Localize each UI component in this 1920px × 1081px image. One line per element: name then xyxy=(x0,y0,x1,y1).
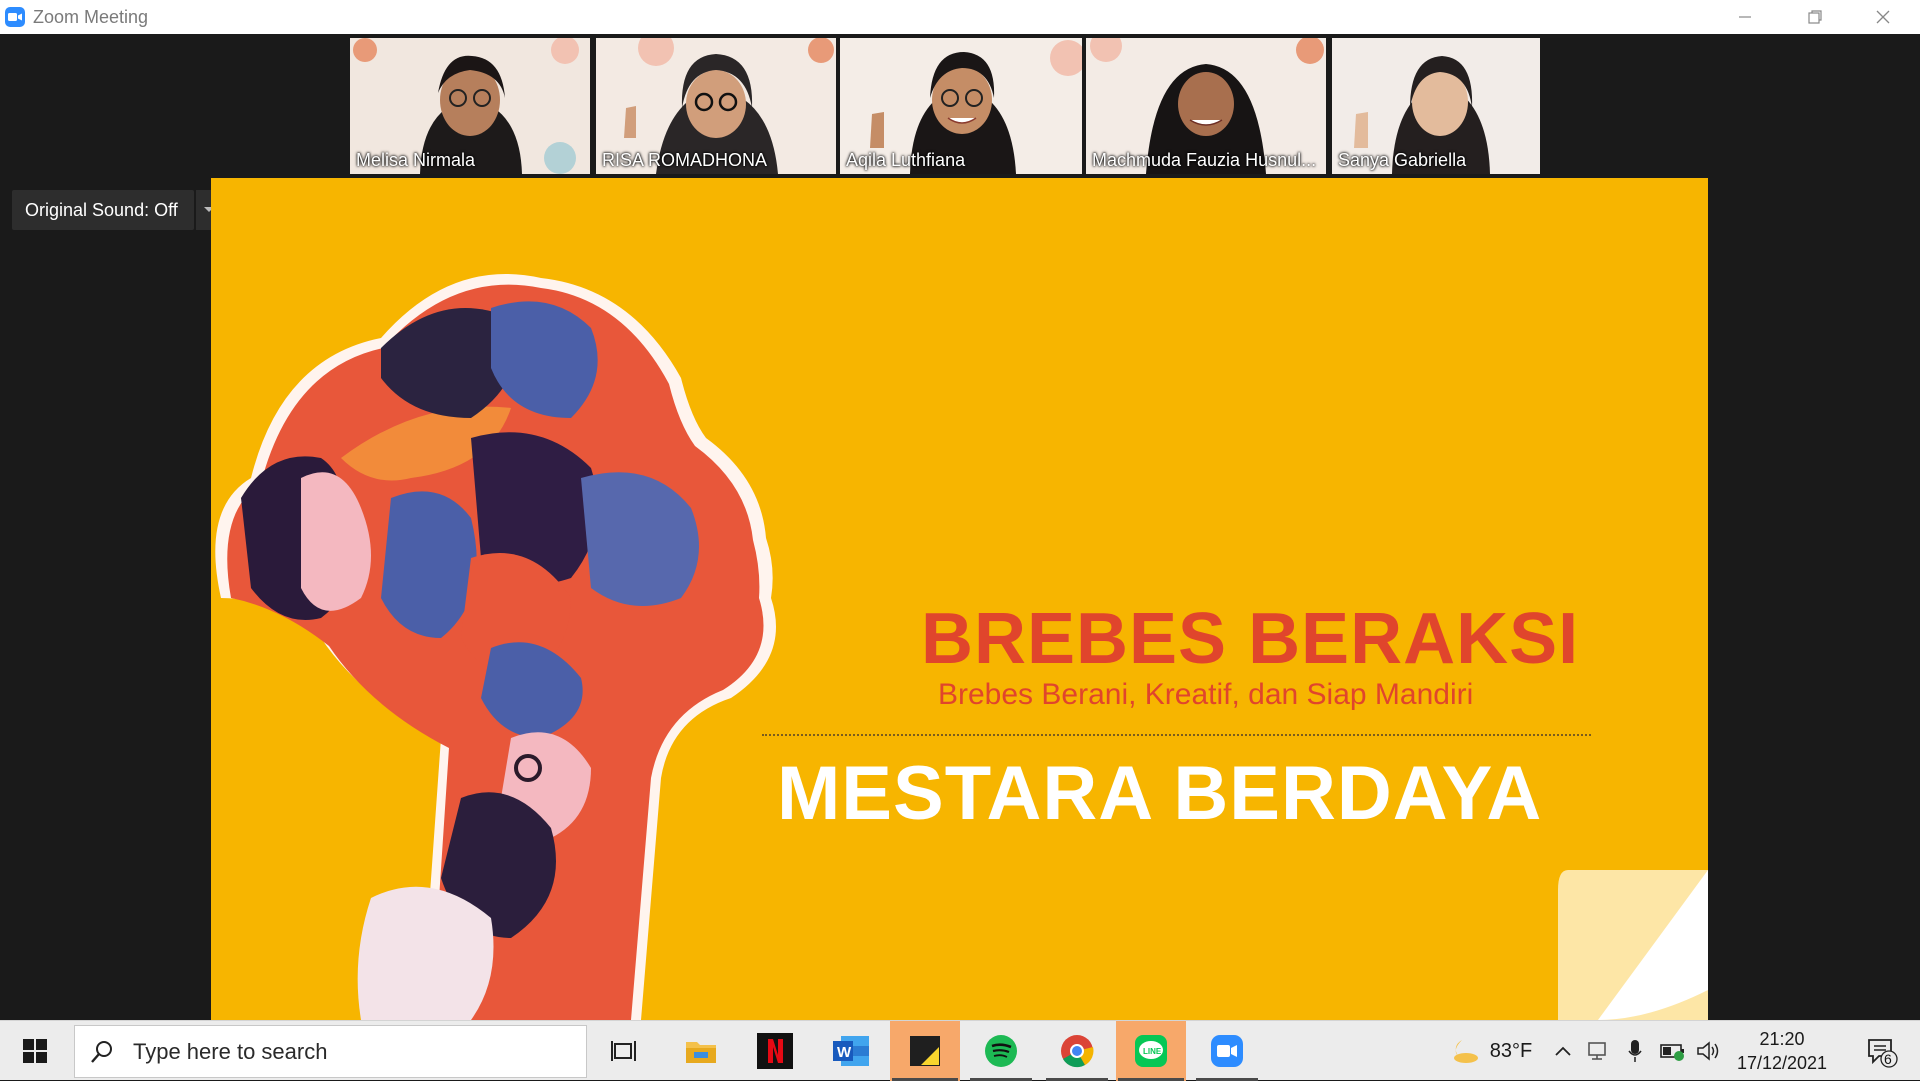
search-input[interactable] xyxy=(133,1038,553,1065)
slide-program-title: MESTARA BERDAYA xyxy=(777,751,1543,836)
slide-tagline: Brebes Berani, Kreatif, dan Siap Mandiri xyxy=(938,678,1474,711)
spotify-app-button[interactable] xyxy=(968,1021,1034,1081)
microphone-icon xyxy=(1628,1040,1642,1062)
action-center-button[interactable]: 6 xyxy=(1852,1021,1912,1081)
folder-icon xyxy=(686,1042,716,1063)
battery-charging-icon xyxy=(1660,1044,1684,1061)
weather-widget[interactable]: 83°F xyxy=(1440,1021,1540,1081)
restore-button[interactable] xyxy=(1780,0,1850,34)
participant-name: Aqila Luthfiana xyxy=(846,150,966,170)
network-icon xyxy=(1588,1042,1606,1060)
sticky-notes-icon xyxy=(910,1036,940,1066)
chevron-up-icon xyxy=(1555,1046,1571,1056)
svg-text:W: W xyxy=(837,1044,852,1061)
task-view-icon xyxy=(611,1041,636,1061)
svg-text:LINE: LINE xyxy=(1143,1047,1162,1056)
line-app-button[interactable]: LINE xyxy=(1116,1021,1186,1081)
word-app-button[interactable]: W xyxy=(818,1021,884,1081)
start-button[interactable] xyxy=(0,1021,70,1081)
participant-strip: Melisa Nirmala RISA ROMADHONA Aqila Luth… xyxy=(0,38,1920,174)
zoom-app-button[interactable] xyxy=(1194,1021,1260,1081)
taskbar-search-box[interactable] xyxy=(74,1025,587,1078)
slide-divider xyxy=(762,734,1591,736)
windows-taskbar: W LINE 83°F 21:20 17/12/2021 6 xyxy=(0,1020,1920,1081)
title-bar: Zoom Meeting xyxy=(0,0,1920,34)
participant-tile[interactable]: Melisa Nirmala xyxy=(350,38,590,174)
restore-icon xyxy=(1808,10,1822,24)
show-hidden-icons-button[interactable] xyxy=(1550,1021,1576,1081)
close-icon xyxy=(1876,10,1890,24)
clock-date: 17/12/2021 xyxy=(1736,1053,1828,1073)
volume-button[interactable] xyxy=(1694,1021,1724,1081)
zoom-icon xyxy=(1211,1035,1243,1067)
participant-name: RISA ROMADHONA xyxy=(602,150,768,170)
weather-temperature: 83°F xyxy=(1489,1039,1533,1062)
participant-name: Machmuda Fauzia Husnul... xyxy=(1092,150,1317,170)
line-icon: LINE xyxy=(1135,1035,1167,1067)
page-curl-decoration xyxy=(1558,870,1708,1020)
participant-name: Melisa Nirmala xyxy=(356,150,476,170)
chrome-icon xyxy=(1061,1035,1094,1068)
sticky-notes-app-button[interactable] xyxy=(890,1021,960,1081)
microphone-status[interactable] xyxy=(1620,1021,1650,1081)
participant-tile[interactable]: Machmuda Fauzia Husnul... xyxy=(1086,38,1326,174)
weather-moon-cloud-icon xyxy=(1453,1040,1478,1063)
chrome-app-button[interactable] xyxy=(1044,1021,1110,1081)
participant-tile[interactable]: RISA ROMADHONA xyxy=(596,38,836,174)
spotify-icon xyxy=(985,1035,1017,1067)
meeting-stage: Melisa Nirmala RISA ROMADHONA Aqila Luth… xyxy=(0,34,1920,1020)
shared-screen-slide: BREBES BERAKSI Brebes Berani, Kreatif, d… xyxy=(211,178,1708,1020)
participant-tile[interactable]: Sanya Gabriella xyxy=(1332,38,1540,174)
slide-headline: BREBES BERAKSI xyxy=(921,599,1580,679)
windows-logo-icon xyxy=(23,1039,47,1063)
close-button[interactable] xyxy=(1848,0,1918,34)
original-sound-button[interactable]: Original Sound: Off xyxy=(12,190,194,230)
window-title: Zoom Meeting xyxy=(33,6,149,27)
network-status[interactable] xyxy=(1584,1021,1614,1081)
minimize-icon xyxy=(1739,16,1751,18)
original-sound-label: Original Sound: Off xyxy=(25,199,178,220)
word-icon: W xyxy=(833,1036,869,1066)
task-view-button[interactable] xyxy=(594,1021,654,1081)
notification-count-badge: 6 xyxy=(1884,1051,1892,1067)
women-silhouette-illustration xyxy=(215,274,777,1020)
notification-icon xyxy=(1868,1039,1898,1068)
search-icon xyxy=(91,1040,112,1063)
netflix-icon xyxy=(757,1033,793,1069)
file-explorer-button[interactable] xyxy=(668,1021,734,1081)
minimize-button[interactable] xyxy=(1710,0,1780,34)
participant-tile-active-speaker[interactable]: Aqila Luthfiana xyxy=(840,38,1082,174)
taskbar-clock[interactable]: 21:20 17/12/2021 xyxy=(1722,1027,1842,1075)
speaker-icon xyxy=(1697,1041,1719,1061)
zoom-logo-icon xyxy=(5,7,25,27)
netflix-app-button[interactable] xyxy=(742,1021,808,1081)
battery-status[interactable] xyxy=(1656,1021,1690,1081)
clock-time: 21:20 xyxy=(1759,1029,1805,1049)
participant-name: Sanya Gabriella xyxy=(1338,150,1467,170)
